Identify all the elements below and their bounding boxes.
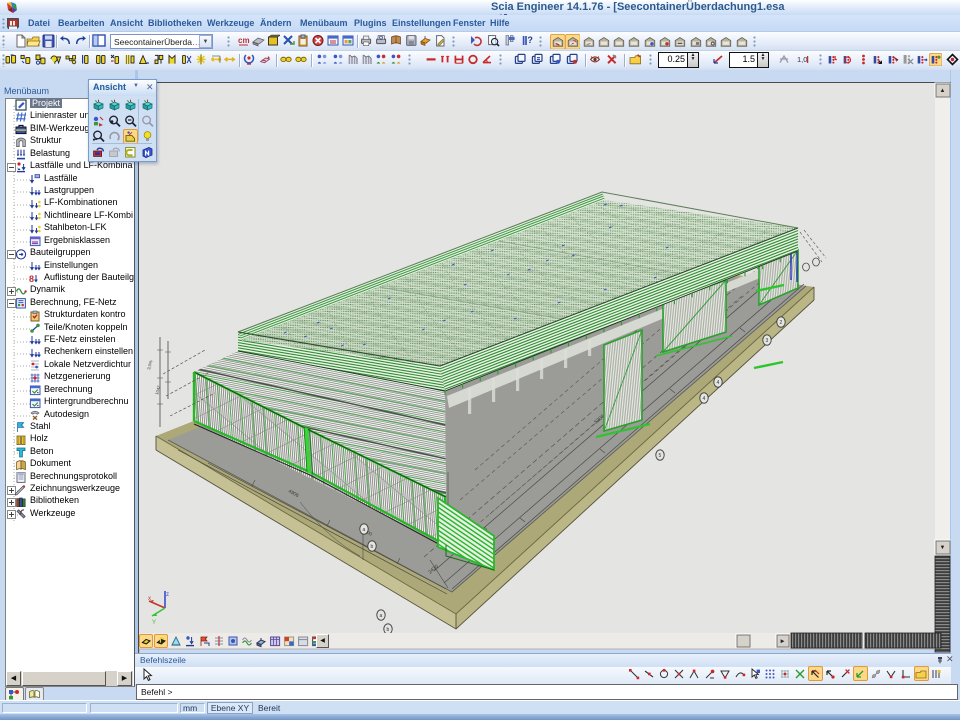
svg-text:3: 3 [766,338,769,344]
svg-text:a: a [363,527,366,533]
svg-text:Y: Y [152,620,156,626]
svg-text:b: b [387,627,390,633]
svg-text:4: 4 [703,396,706,402]
svg-text:x: x [148,596,151,602]
svg-text:▲: ▲ [940,88,946,94]
svg-text:4: 4 [717,380,720,386]
svg-text:?: ? [527,35,533,45]
svg-text:1,0: 1,0 [797,55,807,64]
svg-text:2: 2 [780,320,783,326]
svg-text:cm: cm [238,36,250,45]
svg-text:8: 8 [29,274,34,284]
svg-text:▶: ▶ [781,639,785,645]
svg-text:a: a [380,613,383,619]
svg-text:5: 5 [659,453,662,459]
svg-text:b: b [371,544,374,550]
svg-text:z: z [166,592,169,598]
svg-text:▼: ▼ [940,545,946,551]
